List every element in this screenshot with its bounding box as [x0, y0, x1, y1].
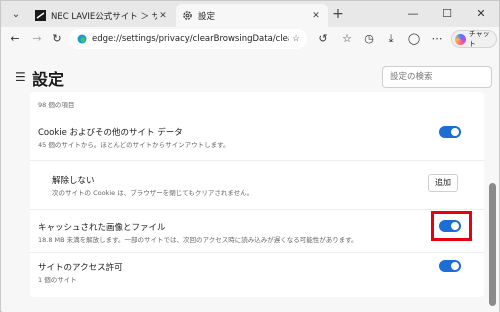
copilot-icon: [455, 33, 466, 45]
favorite-star-icon[interactable]: ☆: [289, 34, 303, 44]
tab-nec-lavie[interactable]: NEC LAVIE公式サイト ＞ サービス＆サポ ✕: [29, 4, 175, 27]
tab-title: 設定: [198, 11, 216, 22]
settings-content: ☰ 設定 98 個の項目 Cookie およびその他のサイト データ 45 個の…: [2, 52, 499, 312]
highlight-box: [431, 211, 472, 241]
site-permissions-subtitle: 1 個のサイト: [38, 276, 77, 284]
cookie-toggle[interactable]: [439, 126, 461, 138]
navigation-toolbar: ← → ↻ edge://settings/privacy/clearBrows…: [1, 27, 499, 51]
tab-strip: ⌄ NEC LAVIE公式サイト ＞ サービス＆サポ ✕ 設定 ✕ + — ☐ …: [1, 1, 499, 27]
cookie-item-subtitle: 45 個のサイトから。ほとんどのサイトからサインアウトします。: [38, 141, 230, 149]
divider: [30, 209, 484, 210]
forward-arrow-icon[interactable]: →: [29, 30, 45, 48]
scrollbar-thumb[interactable]: [489, 183, 496, 306]
profile-icon[interactable]: ◯: [406, 30, 422, 48]
copilot-label: チャット: [468, 30, 490, 48]
do-not-clear-title: 解除しない: [52, 176, 95, 186]
add-site-button[interactable]: 追加: [428, 174, 458, 192]
nec-favicon-icon: [35, 10, 46, 21]
refresh-icon[interactable]: ↻: [49, 30, 65, 48]
toggle-knob: [451, 128, 459, 136]
tab-settings[interactable]: 設定 ✕: [176, 4, 328, 27]
maximize-button[interactable]: ☐: [433, 4, 461, 24]
partial-item-subtitle: 98 個の項目: [38, 101, 75, 109]
settings-search-input[interactable]: [382, 66, 492, 88]
tab-actions-menu-button[interactable]: ⌄: [7, 5, 25, 23]
copilot-chat-button[interactable]: チャット: [451, 30, 497, 48]
cached-images-subtitle: 18.8 MB 未満を解放します。一部のサイトでは、次回のアクセス時に読み込みが…: [38, 236, 358, 244]
history-icon[interactable]: ◷: [361, 30, 377, 48]
minimize-button[interactable]: —: [399, 4, 427, 24]
toggle-knob: [451, 262, 459, 270]
do-not-clear-subtitle: 次のサイトの Cookie は、ブラウザーを閉じてもクリアされません。: [52, 189, 254, 197]
close-window-button[interactable]: ✕: [467, 4, 495, 24]
close-tab-icon[interactable]: ✕: [157, 11, 169, 21]
more-options-icon[interactable]: ⋯: [429, 30, 445, 48]
tab-title: NEC LAVIE公式サイト ＞ サービス＆サポ: [51, 11, 157, 22]
address-url: edge://settings/privacy/clearBrowsingDat…: [92, 34, 289, 44]
back-arrow-icon[interactable]: ←: [7, 30, 23, 48]
edge-logo-icon: [77, 34, 87, 44]
close-tab-icon[interactable]: ✕: [310, 11, 322, 21]
hamburger-menu-icon[interactable]: ☰: [15, 70, 26, 84]
gear-icon: [182, 10, 193, 21]
browser-window: ⌄ NEC LAVIE公式サイト ＞ サービス＆サポ ✕ 設定 ✕ + — ☐ …: [0, 0, 500, 312]
downloads-icon[interactable]: ⤓: [383, 30, 399, 48]
cookie-item-title: Cookie およびその他のサイト データ: [38, 128, 183, 138]
site-permissions-toggle[interactable]: [439, 260, 461, 272]
divider: [30, 160, 484, 161]
browser-essentials-icon[interactable]: ↺: [315, 30, 331, 48]
new-tab-button[interactable]: +: [330, 5, 346, 23]
clear-data-options-card: 98 個の項目 Cookie およびその他のサイト データ 45 個のサイトから…: [30, 92, 484, 297]
page-title: 設定: [32, 70, 65, 89]
site-permissions-title: サイトのアクセス許可: [38, 263, 123, 273]
address-bar[interactable]: edge://settings/privacy/clearBrowsingDat…: [69, 29, 307, 49]
divider: [30, 252, 484, 253]
cached-images-title: キャッシュされた画像とファイル: [38, 223, 166, 233]
favorites-icon[interactable]: ☆: [339, 30, 355, 48]
chevron-down-icon: ⌄: [11, 8, 21, 20]
